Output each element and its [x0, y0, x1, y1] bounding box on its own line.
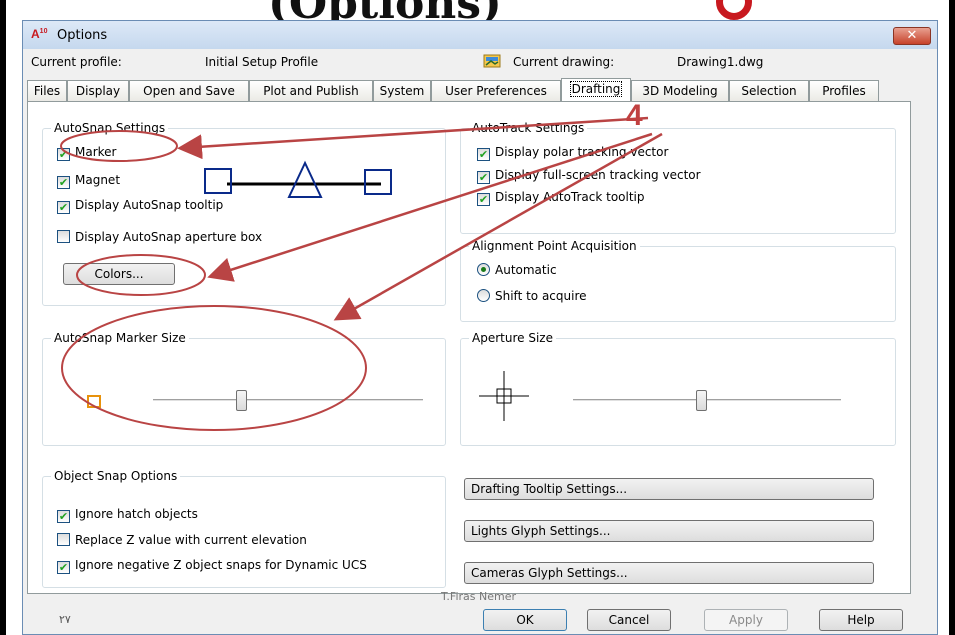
marker-size-highlight-ellipse — [61, 305, 367, 431]
arrow-to-marker — [177, 116, 649, 160]
annotation-overlay — [60, 116, 663, 431]
arrow-to-marker-size — [333, 132, 663, 321]
colors-highlight-ellipse — [76, 254, 206, 296]
marker-highlight-ellipse — [60, 130, 178, 162]
arrow-to-colors — [207, 132, 653, 282]
step-number-annotation: 4 — [626, 99, 643, 132]
